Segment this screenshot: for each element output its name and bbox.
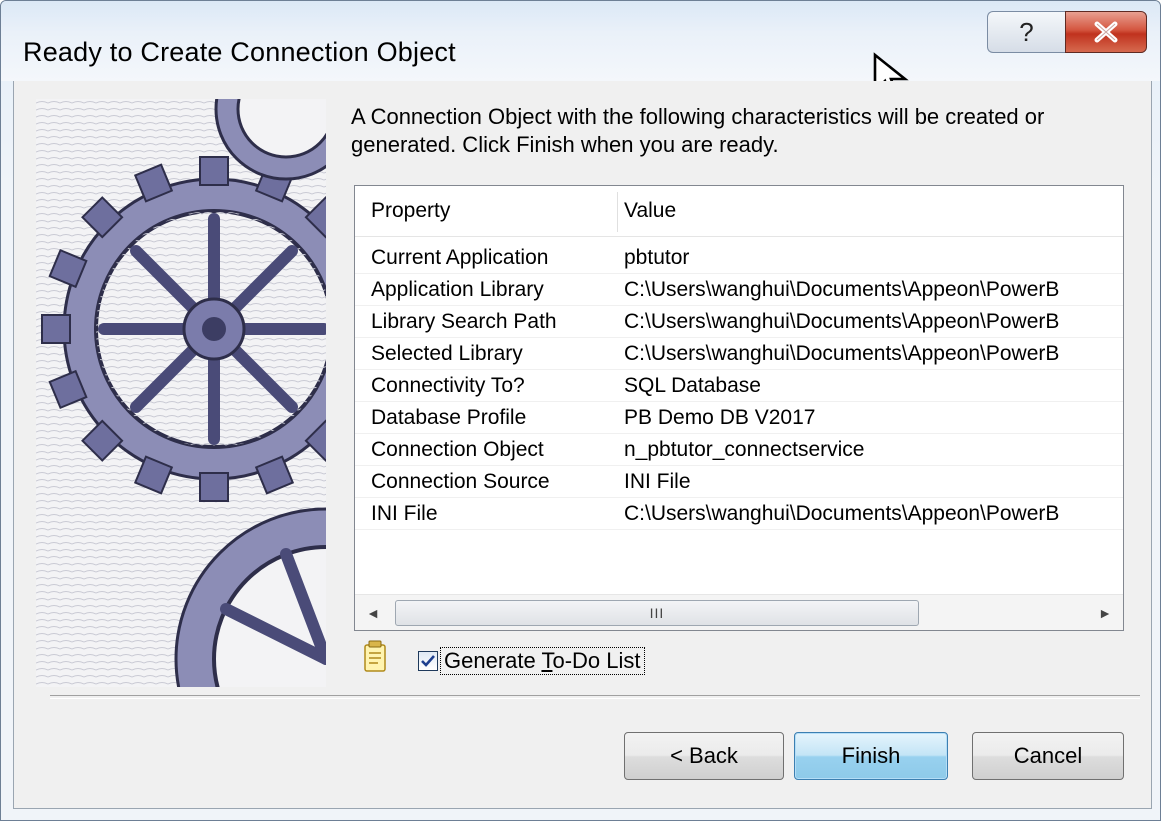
list-rows: Current Application pbtutor Application L… [355,242,1123,530]
scroll-left-arrow-icon[interactable]: ◄ [355,595,391,630]
gears-illustration [36,99,326,687]
value-cell: pbtutor [624,246,690,269]
horizontal-scrollbar[interactable]: ◄ III ► [355,594,1123,630]
value-cell: n_pbtutor_connectservice [624,438,865,461]
scroll-grip-icon: III [649,605,665,621]
table-row[interactable]: Current Application pbtutor [355,242,1123,274]
scroll-right-arrow-icon[interactable]: ► [1087,595,1123,630]
back-button[interactable]: < Back [624,732,784,780]
value-cell: PB Demo DB V2017 [624,406,816,429]
column-header-value[interactable]: Value [624,186,1123,236]
checkmark-icon [421,655,435,667]
cancel-button[interactable]: Cancel [972,732,1124,780]
table-row[interactable]: Library Search Path C:\Users\wanghui\Docu… [355,306,1123,338]
table-row[interactable]: INI File C:\Users\wanghui\Documents\Appeo… [355,498,1123,530]
table-row[interactable]: Connectivity To? SQL Database [355,370,1123,402]
wizard-intro-text: A Connection Object with the following c… [351,104,1045,157]
generate-todo-checkbox[interactable]: Generate To-Do List [418,647,645,675]
close-button[interactable] [1065,11,1147,53]
checkbox-box[interactable] [418,651,438,671]
property-cell: INI File [371,502,438,525]
property-cell: Current Application [371,246,549,269]
wizard-client-area: A Connection Object with the following c… [13,81,1152,809]
property-cell: Connectivity To? [371,374,525,397]
value-cell: C:\Users\wanghui\Documents\Appeon\PowerB [624,310,1060,333]
finish-button[interactable]: Finish [794,732,948,780]
value-cell: C:\Users\wanghui\Documents\Appeon\PowerB [624,502,1060,525]
label-accelerator: T [541,648,553,673]
column-header-property[interactable]: Property [371,186,617,236]
value-cell: C:\Users\wanghui\Documents\Appeon\PowerB [624,342,1060,365]
property-cell: Connection Source [371,470,550,493]
close-icon [1094,21,1118,43]
column-separator[interactable] [617,192,618,232]
table-row[interactable]: Connection Object n_pbtutor_connectservic… [355,434,1123,466]
value-cell: INI File [624,470,691,493]
todo-list-icon [364,640,386,672]
title-bar[interactable]: Ready to Create Connection Object ? [1,1,1160,99]
property-cell: Library Search Path [371,310,557,333]
property-cell: Database Profile [371,406,527,429]
label-prefix: Generate [444,648,542,673]
wizard-dialog: Ready to Create Connection Object ? A Co… [0,0,1161,821]
table-row[interactable]: Selected Library C:\Users\wanghui\Documen… [355,338,1123,370]
value-cell: C:\Users\wanghui\Documents\Appeon\PowerB [624,278,1060,301]
label-suffix: o-Do List [552,648,641,673]
value-cell: SQL Database [624,374,761,397]
property-cell: Selected Library [371,342,523,365]
separator-line [50,695,1140,699]
table-row[interactable]: Database Profile PB Demo DB V2017 [355,402,1123,434]
list-header: Property Value [355,186,1123,237]
generate-todo-label[interactable]: Generate To-Do List [440,647,645,675]
table-row[interactable]: Application Library C:\Users\wanghui\Docu… [355,274,1123,306]
property-cell: Connection Object [371,438,544,461]
help-icon: ? [1019,16,1034,47]
scroll-thumb[interactable]: III [395,600,919,626]
window-title: Ready to Create Connection Object [23,37,456,67]
table-row[interactable]: Connection Source INI File [355,466,1123,498]
connection-properties-list[interactable]: Property Value Current Application pbtuto… [354,185,1124,631]
help-button[interactable]: ? [987,11,1065,53]
property-cell: Application Library [371,278,544,301]
